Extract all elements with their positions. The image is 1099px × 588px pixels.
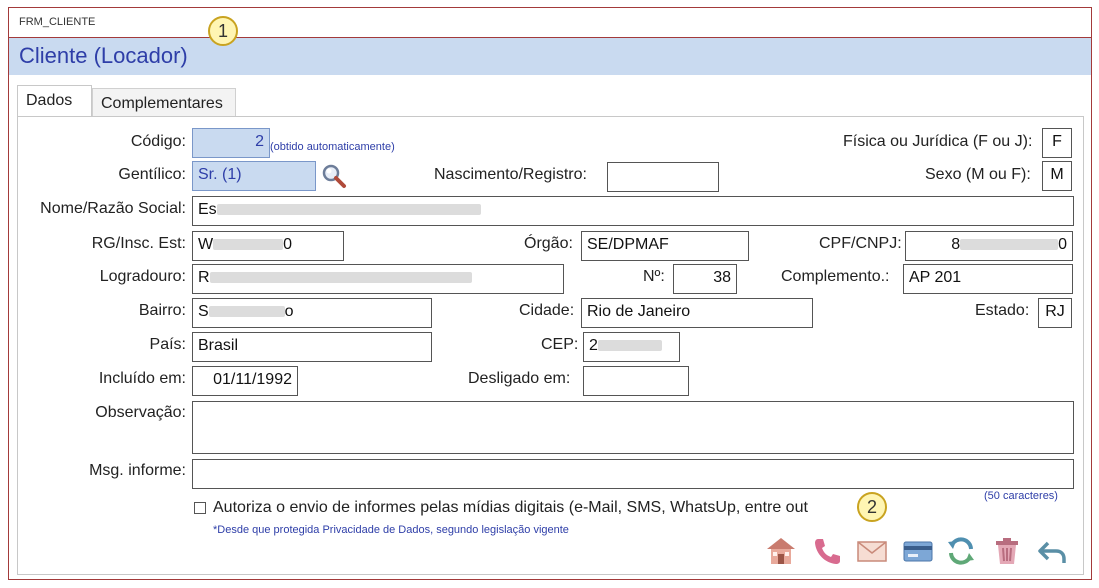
- cpf-value-end: 0: [1058, 236, 1067, 253]
- estado-field[interactable]: RJ: [1038, 298, 1072, 328]
- cpf-field[interactable]: 80: [905, 231, 1073, 261]
- estado-label: Estado:: [975, 302, 1030, 319]
- nome-label: Nome/Razão Social:: [40, 200, 186, 217]
- orgao-label: Órgão:: [524, 235, 573, 252]
- undo-arrow-icon[interactable]: [1036, 535, 1068, 567]
- orgao-field[interactable]: SE/DPMAF: [581, 231, 749, 261]
- search-icon[interactable]: [321, 163, 347, 189]
- envelope-icon[interactable]: [856, 535, 888, 567]
- codigo-hint: (obtido automaticamente): [270, 141, 395, 153]
- page-title: Cliente (Locador): [19, 43, 188, 68]
- refresh-icon[interactable]: [945, 535, 977, 567]
- bairro-label: Bairro:: [138, 302, 186, 319]
- logradouro-value: R: [198, 269, 210, 286]
- cep-value: 2: [589, 337, 598, 354]
- trash-icon[interactable]: [991, 535, 1023, 567]
- tab-dados[interactable]: Dados: [17, 85, 92, 117]
- bairro-field[interactable]: So: [192, 298, 432, 328]
- sexo-field[interactable]: M: [1042, 161, 1072, 191]
- nome-value: Es: [198, 201, 217, 218]
- incluido-field[interactable]: 01/11/1992: [192, 366, 298, 396]
- observacao-label: Observação:: [95, 404, 186, 421]
- cidade-label: Cidade:: [519, 302, 575, 319]
- complemento-field[interactable]: AP 201: [903, 264, 1073, 294]
- cep-label: CEP:: [541, 336, 579, 353]
- msg-informe-field[interactable]: [192, 459, 1074, 489]
- redacted-text: [597, 340, 662, 352]
- redacted-text: [960, 239, 1059, 251]
- redacted-text: [216, 204, 481, 216]
- nascimento-label: Nascimento/Registro:: [434, 166, 587, 183]
- form-object-name: FRM_CLIENTE: [19, 16, 96, 28]
- complemento-label: Complemento.:: [781, 268, 890, 285]
- pais-label: País:: [149, 336, 186, 353]
- pais-field[interactable]: Brasil: [192, 332, 432, 362]
- incluido-label: Incluído em:: [98, 370, 186, 387]
- desligado-field[interactable]: [583, 366, 689, 396]
- redacted-text: [208, 306, 285, 318]
- card-icon[interactable]: [902, 535, 934, 567]
- numero-label: Nº:: [643, 268, 665, 285]
- tipo-pessoa-field[interactable]: F: [1042, 128, 1072, 158]
- cpf-value-start: 8: [951, 236, 961, 253]
- cpf-label: CPF/CNPJ:: [819, 235, 902, 252]
- desligado-label: Desligado em:: [468, 370, 571, 387]
- house-icon[interactable]: [765, 535, 797, 567]
- redacted-text: [213, 239, 284, 251]
- rg-field[interactable]: W0: [192, 231, 344, 261]
- phone-icon[interactable]: [811, 535, 843, 567]
- msg-informe-label: Msg. informe:: [89, 462, 186, 479]
- observacao-field[interactable]: [192, 401, 1074, 454]
- codigo-field[interactable]: 2: [192, 128, 270, 158]
- tipo-pessoa-label: Física ou Jurídica (F ou J):: [843, 133, 1033, 150]
- consent-checkbox[interactable]: [194, 502, 206, 514]
- codigo-label: Código:: [130, 133, 186, 150]
- gentilico-label: Gentílico:: [118, 166, 186, 183]
- rg-value-end: 0: [283, 236, 293, 253]
- logradouro-label: Logradouro:: [99, 268, 186, 285]
- gentilico-field[interactable]: Sr. (1): [192, 161, 316, 191]
- bairro-value-end: o: [284, 303, 294, 320]
- callout-badge-1: 1: [208, 16, 238, 46]
- redacted-text: [209, 272, 472, 284]
- bairro-value-start: S: [198, 303, 209, 320]
- nascimento-field[interactable]: [607, 162, 719, 192]
- callout-badge-2: 2: [857, 492, 887, 522]
- msg-informe-hint: (50 caracteres): [984, 490, 1058, 502]
- numero-field[interactable]: 38: [673, 264, 737, 294]
- rg-value-start: W: [198, 236, 214, 253]
- cidade-field[interactable]: Rio de Janeiro: [581, 298, 813, 328]
- sexo-label: Sexo (M ou F):: [925, 166, 1031, 183]
- consent-note: *Desde que protegida Privacidade de Dado…: [213, 524, 569, 536]
- consent-label: Autoriza o envio de informes pelas mídia…: [213, 499, 808, 516]
- tab-complementares[interactable]: Complementares: [92, 88, 236, 117]
- logradouro-field[interactable]: R: [192, 264, 564, 294]
- nome-field[interactable]: Es: [192, 196, 1074, 226]
- cep-field[interactable]: 2: [583, 332, 680, 362]
- rg-label: RG/Insc. Est:: [91, 235, 186, 252]
